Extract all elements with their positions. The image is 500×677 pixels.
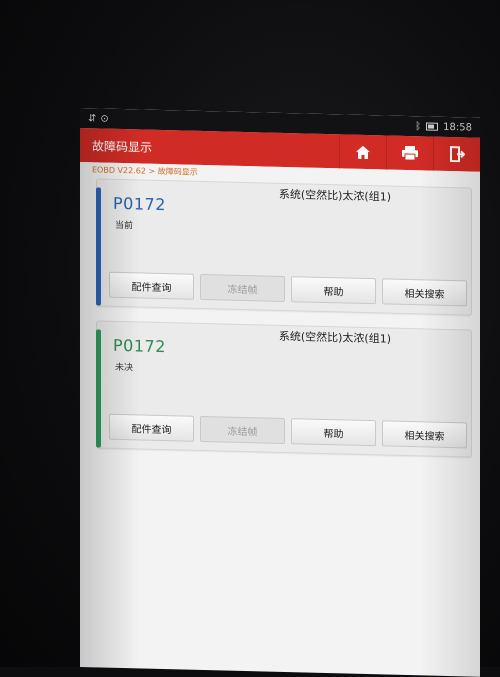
exit-button[interactable] <box>433 136 480 172</box>
freeze-frame-button[interactable]: 冻结帧 <box>200 273 285 303</box>
vpn-icon: ⊙ <box>100 112 109 125</box>
status-stripe <box>96 187 101 306</box>
parts-query-button[interactable]: 配件查询 <box>109 413 194 442</box>
status-left: ⇵ ⊙ <box>88 113 109 125</box>
print-icon <box>402 145 418 161</box>
home-button[interactable] <box>339 134 386 170</box>
status-right: ᛒ 18:58 <box>415 121 472 133</box>
clock: 18:58 <box>443 121 472 134</box>
dtc-status: 当前 <box>115 220 134 232</box>
toolbar <box>339 134 480 172</box>
freeze-frame-button[interactable]: 冻结帧 <box>200 415 285 445</box>
dtc-card: P0172 未决 系统(空然比)太浓(组1) 配件查询 冻结帧 帮助 相关搜索 <box>96 320 472 458</box>
page-title: 故障码显示 <box>92 138 153 155</box>
print-button[interactable] <box>386 135 433 171</box>
tablet-screen: ⇵ ⊙ ᛒ 18:58 故障码显示 EOBD V22.62 > 故障码显示 P0… <box>80 108 480 677</box>
dtc-status: 未决 <box>115 362 134 374</box>
parts-query-button[interactable]: 配件查询 <box>109 271 194 300</box>
status-stripe <box>96 329 101 448</box>
dtc-description: 系统(空然比)太浓(组1) <box>278 187 391 204</box>
related-search-button[interactable]: 相关搜索 <box>382 278 467 307</box>
dtc-actions: 配件查询 冻结帧 帮助 相关搜索 <box>109 271 467 307</box>
help-button[interactable]: 帮助 <box>291 276 376 305</box>
dtc-code: P0172 <box>113 193 166 215</box>
dtc-actions: 配件查询 冻结帧 帮助 相关搜索 <box>109 413 467 449</box>
dtc-card: P0172 当前 系统(空然比)太浓(组1) 配件查询 冻结帧 帮助 相关搜索 <box>96 178 472 316</box>
related-search-button[interactable]: 相关搜索 <box>382 420 467 449</box>
dtc-list: P0172 当前 系统(空然比)太浓(组1) 配件查询 冻结帧 帮助 相关搜索 … <box>80 176 480 458</box>
signal-icon: ⇵ <box>88 112 97 124</box>
battery-icon <box>426 122 439 131</box>
dtc-description: 系统(空然比)太浓(组1) <box>278 329 391 346</box>
help-button[interactable]: 帮助 <box>291 418 376 447</box>
exit-icon <box>450 146 465 163</box>
home-icon <box>356 145 370 159</box>
dtc-code: P0172 <box>113 335 166 357</box>
bluetooth-icon: ᛒ <box>415 120 422 132</box>
